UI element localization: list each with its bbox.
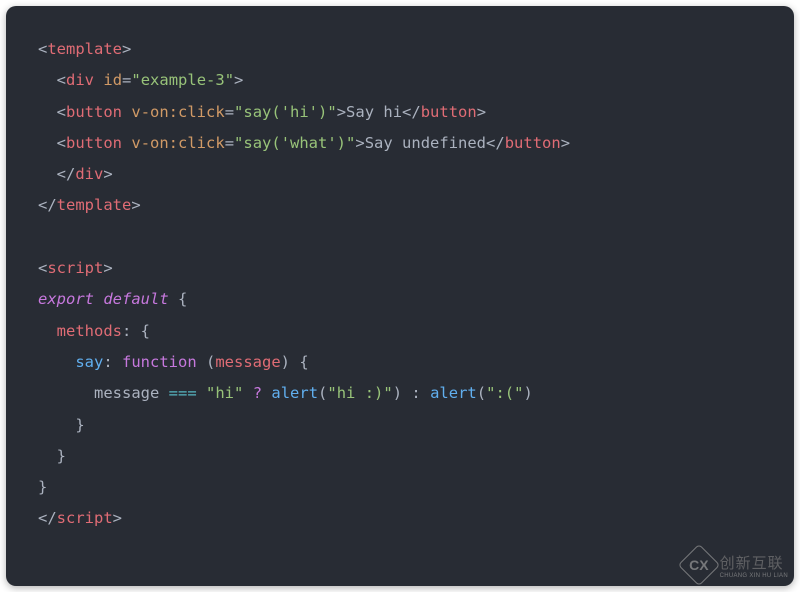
code-line: </script> xyxy=(38,503,762,534)
code-line: message === "hi" ? alert("hi :)") : aler… xyxy=(38,378,762,409)
watermark-logo-icon: CX xyxy=(677,544,719,586)
code-line: } xyxy=(38,410,762,441)
code-line: <div id="example-3"> xyxy=(38,65,762,96)
code-line: </div> xyxy=(38,159,762,190)
watermark-text-en: CHUANG XIN HU LIAN xyxy=(720,573,788,579)
code-line: <button v-on:click="say('what')">Say und… xyxy=(38,128,762,159)
code-line: say: function (message) { xyxy=(38,347,762,378)
watermark: CX 创新互联 CHUANG XIN HU LIAN xyxy=(684,550,788,580)
code-block: <template> <div id="example-3"> <button … xyxy=(6,6,794,586)
code-line: <button v-on:click="say('hi')">Say hi</b… xyxy=(38,97,762,128)
code-line: } xyxy=(38,441,762,472)
code-line: <script> xyxy=(38,253,762,284)
watermark-text-cn: 创新互联 xyxy=(720,552,788,573)
code-line xyxy=(38,222,762,253)
code-line: } xyxy=(38,472,762,503)
code-line: <template> xyxy=(38,34,762,65)
code-line: methods: { xyxy=(38,316,762,347)
code-line: </template> xyxy=(38,190,762,221)
code-line: export default { xyxy=(38,284,762,315)
